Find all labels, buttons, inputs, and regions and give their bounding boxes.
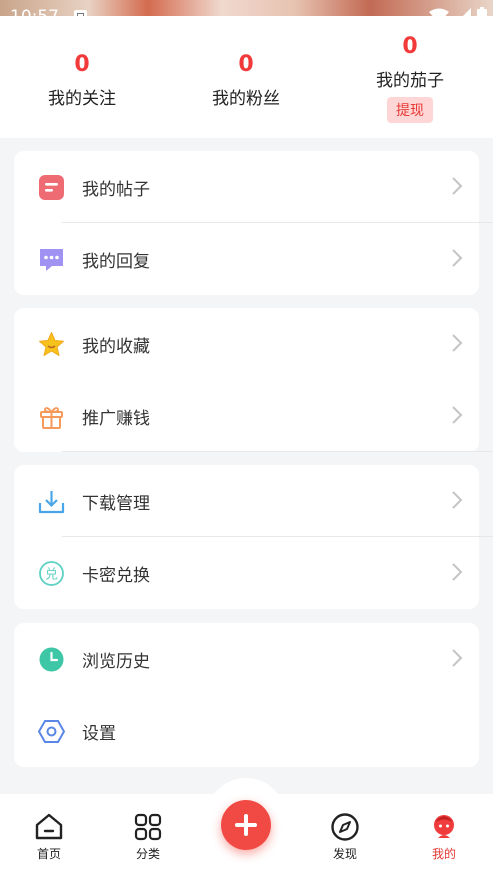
create-post-button[interactable] bbox=[221, 800, 271, 850]
chevron-right-icon bbox=[452, 491, 463, 509]
download-icon bbox=[38, 491, 65, 514]
menu-item-label: 我的收藏 bbox=[82, 337, 150, 357]
chevron-right-icon bbox=[452, 406, 463, 424]
tab-home[interactable]: 首页 bbox=[19, 812, 79, 862]
menu-item-my-favorites[interactable]: 我的收藏 bbox=[14, 308, 479, 380]
divider bbox=[62, 451, 493, 452]
fans-label: 我的粉丝 bbox=[212, 89, 280, 109]
menu-item-browse-history[interactable]: 浏览历史 bbox=[14, 623, 479, 695]
home-icon bbox=[35, 813, 63, 840]
chevron-right-icon bbox=[452, 177, 463, 195]
tab-label: 首页 bbox=[36, 847, 61, 861]
tab-category[interactable]: 分类 bbox=[118, 812, 178, 862]
menu-card-favorites: 我的收藏 推广赚钱 bbox=[14, 308, 493, 452]
stat-following[interactable]: 0 我的关注 bbox=[12, 50, 152, 109]
menu-card-downloads: 下载管理 兑 卡密兑换 bbox=[14, 465, 493, 609]
gift-icon bbox=[40, 407, 63, 429]
eggplant-count: 0 bbox=[402, 34, 418, 59]
stat-fans[interactable]: 0 我的粉丝 bbox=[176, 50, 316, 109]
compass-icon bbox=[331, 813, 359, 841]
menu-item-my-replies[interactable]: 我的回复 bbox=[14, 223, 479, 295]
following-count: 0 bbox=[74, 52, 90, 77]
chevron-right-icon bbox=[452, 249, 463, 267]
menu-item-label: 我的回复 bbox=[82, 252, 150, 272]
chevron-right-icon bbox=[452, 563, 463, 581]
reply-icon bbox=[40, 249, 63, 271]
profile-stats: 0 我的关注 0 我的粉丝 0 我的茄子 提现 bbox=[0, 16, 493, 138]
tab-label: 分类 bbox=[135, 847, 160, 861]
menu-card-posts: 我的帖子 我的回复 bbox=[14, 151, 493, 295]
clock-icon bbox=[39, 647, 64, 672]
chevron-right-icon bbox=[452, 334, 463, 352]
category-icon bbox=[134, 813, 162, 841]
tab-discover[interactable]: 发现 bbox=[315, 812, 375, 862]
star-icon bbox=[39, 332, 64, 356]
menu-item-label: 卡密兑换 bbox=[82, 566, 150, 586]
redeem-icon: 兑 bbox=[39, 561, 64, 586]
menu-item-label: 设置 bbox=[82, 724, 116, 744]
post-icon bbox=[39, 175, 64, 200]
menu-item-label: 我的帖子 bbox=[82, 180, 150, 200]
menu-item-card-redeem[interactable]: 兑 卡密兑换 bbox=[14, 537, 479, 609]
tab-mine[interactable]: 我的 bbox=[414, 812, 474, 862]
tab-label: 发现 bbox=[332, 847, 357, 861]
menu-item-label: 浏览历史 bbox=[82, 652, 150, 672]
menu-item-my-posts[interactable]: 我的帖子 bbox=[14, 151, 479, 223]
withdraw-button[interactable]: 提现 bbox=[387, 97, 433, 123]
eggplant-label: 我的茄子 bbox=[376, 71, 444, 91]
profile-icon bbox=[434, 815, 454, 838]
fans-count: 0 bbox=[238, 52, 254, 77]
stat-eggplant[interactable]: 0 我的茄子 提现 bbox=[340, 32, 480, 123]
menu-item-promote-earn[interactable]: 推广赚钱 bbox=[14, 380, 479, 452]
tab-label: 我的 bbox=[431, 847, 456, 861]
settings-icon bbox=[38, 720, 65, 743]
menu-item-download-manager[interactable]: 下载管理 bbox=[14, 465, 479, 537]
menu-item-settings[interactable]: 设置 bbox=[14, 695, 479, 767]
chevron-right-icon bbox=[452, 649, 463, 667]
menu-item-label: 下载管理 bbox=[82, 494, 150, 514]
following-label: 我的关注 bbox=[48, 89, 116, 109]
menu-item-label: 推广赚钱 bbox=[82, 409, 150, 429]
svg-text:兑: 兑 bbox=[45, 568, 58, 583]
menu-card-history: 浏览历史 设置 bbox=[14, 623, 479, 767]
